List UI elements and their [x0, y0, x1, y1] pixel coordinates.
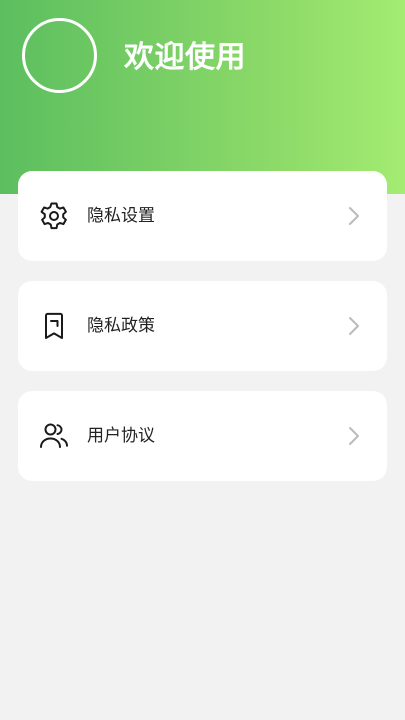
menu-item-label: 隐私政策	[87, 316, 155, 336]
chevron-right-icon	[347, 205, 361, 227]
menu-item-label: 隐私设置	[87, 206, 155, 226]
welcome-title: 欢迎使用	[124, 40, 246, 75]
bookmark-icon	[38, 310, 70, 342]
chevron-right-icon	[347, 315, 361, 337]
menu-item-label: 用户协议	[87, 426, 155, 446]
menu-item-privacy-policy[interactable]: 隐私政策	[18, 281, 387, 371]
avatar[interactable]	[22, 18, 97, 93]
chevron-right-icon	[347, 425, 361, 447]
users-icon	[38, 420, 70, 452]
header-banner: 欢迎使用	[0, 0, 405, 194]
menu-item-privacy-settings[interactable]: 隐私设置	[18, 171, 387, 261]
gear-icon	[38, 200, 70, 232]
menu-item-user-agreement[interactable]: 用户协议	[18, 391, 387, 481]
